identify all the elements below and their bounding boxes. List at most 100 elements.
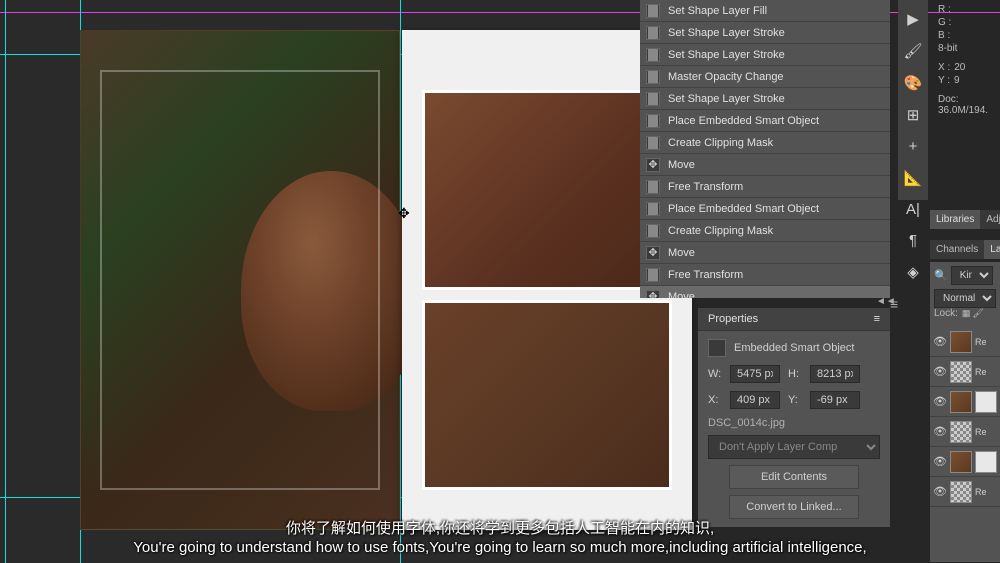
move-icon xyxy=(646,158,660,172)
layer-row[interactable]: 👁Re xyxy=(930,447,1000,477)
properties-header[interactable]: Properties ≡ xyxy=(698,308,890,331)
video-subtitle: 你将了解如何使用字体,你还将学到更多包括人工智能在内的知识, You're go… xyxy=(0,517,1000,556)
detail-photo-1[interactable] xyxy=(422,90,672,290)
convert-to-linked-button[interactable]: Convert to Linked... xyxy=(729,495,859,519)
layer-thumbnail[interactable] xyxy=(950,421,972,443)
move-icon xyxy=(646,246,660,260)
history-item[interactable]: Set Shape Layer Fill xyxy=(640,0,890,22)
history-item[interactable]: Place Embedded Smart Object xyxy=(640,198,890,220)
info-x-label: X : xyxy=(938,62,950,73)
brush-icon[interactable]: 🖌 xyxy=(903,42,923,60)
smart-object-icon xyxy=(708,339,726,357)
info-panel: R : G : B : 8-bit X :20 Y :9 Doc: 36.0M/… xyxy=(934,0,1000,122)
visibility-toggle-icon[interactable]: 👁 xyxy=(933,455,947,468)
move-icon xyxy=(646,290,660,299)
layer-thumbnail[interactable] xyxy=(950,391,972,413)
layer-icon xyxy=(646,268,660,282)
measure-icon[interactable]: 📐 xyxy=(903,169,923,187)
swatches-icon[interactable]: 🎨 xyxy=(903,74,923,92)
layer-icon xyxy=(646,180,660,194)
blend-mode-dropdown[interactable]: Normal xyxy=(934,289,996,308)
info-bits: 8-bit xyxy=(938,43,957,54)
history-item[interactable]: Set Shape Layer Stroke xyxy=(640,44,890,66)
lock-label: Lock: xyxy=(934,308,958,319)
layer-icon xyxy=(646,70,660,84)
info-y-label: Y : xyxy=(938,75,950,86)
info-r-label: R : xyxy=(938,4,951,15)
width-label: W: xyxy=(708,368,726,380)
height-label: H: xyxy=(788,368,806,380)
history-item[interactable]: Master Opacity Change xyxy=(640,66,890,88)
edit-contents-button[interactable]: Edit Contents xyxy=(729,465,859,489)
tab-libraries[interactable]: Libraries xyxy=(930,210,980,229)
info-doc-size: Doc: 36.0M/194. xyxy=(938,94,996,116)
layer-filter-dropdown[interactable]: Kind xyxy=(951,266,993,285)
visibility-toggle-icon[interactable]: 👁 xyxy=(933,425,947,438)
visibility-toggle-icon[interactable]: 👁 xyxy=(933,365,947,378)
object-type-label: Embedded Smart Object xyxy=(734,342,854,354)
type-icon[interactable]: A| xyxy=(903,201,923,218)
tab-layers[interactable]: Lay xyxy=(984,240,1000,259)
y-label: Y: xyxy=(788,394,806,406)
search-icon[interactable]: 🔍 xyxy=(934,269,948,282)
info-g-label: G : xyxy=(938,17,951,28)
history-item[interactable]: Move xyxy=(640,242,890,264)
panel-menu-icon[interactable]: ≡ xyxy=(874,313,880,325)
lock-pixels-icon[interactable]: 🖌 xyxy=(972,308,983,319)
layer-icon xyxy=(646,26,660,40)
source-filename: DSC_0014c.jpg xyxy=(708,417,880,429)
history-item[interactable]: Move xyxy=(640,154,890,176)
layer-thumbnail[interactable] xyxy=(950,361,972,383)
layer-row[interactable]: 👁Re xyxy=(930,357,1000,387)
properties-title: Properties xyxy=(708,313,758,325)
layer-thumbnail[interactable] xyxy=(950,481,972,503)
tab-adjustments[interactable]: Adj xyxy=(980,210,1000,229)
subtitle-english: You're going to understand how to use fo… xyxy=(0,539,1000,556)
history-item[interactable]: Free Transform xyxy=(640,176,890,198)
panel-menu-icon[interactable]: ≡ xyxy=(890,296,898,312)
history-item[interactable]: Set Shape Layer Stroke xyxy=(640,88,890,110)
visibility-toggle-icon[interactable]: 👁 xyxy=(933,395,947,408)
info-y-value: 9 xyxy=(954,75,960,86)
history-item[interactable]: Create Clipping Mask xyxy=(640,220,890,242)
layer-icon xyxy=(646,92,660,106)
grid-icon[interactable]: ⊞ xyxy=(903,106,923,124)
guide-vertical[interactable] xyxy=(5,0,6,563)
history-item[interactable]: Free Transform xyxy=(640,264,890,286)
layer-row[interactable]: 👁Re xyxy=(930,387,1000,417)
canvas-area[interactable]: ✥ xyxy=(0,0,640,563)
layer-thumbnail[interactable] xyxy=(950,451,972,473)
layer-row[interactable]: 👁Re xyxy=(930,417,1000,447)
x-label: X: xyxy=(708,394,726,406)
layer-comp-dropdown[interactable]: Don't Apply Layer Comp xyxy=(708,435,880,459)
crosshair-icon[interactable]: + xyxy=(903,138,923,155)
history-item[interactable]: Set Shape Layer Stroke xyxy=(640,22,890,44)
move-cursor-icon: ✥ xyxy=(398,205,410,222)
x-input[interactable] xyxy=(730,391,780,409)
history-item[interactable]: Create Clipping Mask xyxy=(640,132,890,154)
visibility-toggle-icon[interactable]: 👁 xyxy=(933,485,947,498)
layer-icon xyxy=(646,48,660,62)
width-input[interactable] xyxy=(730,365,780,383)
tab-channels[interactable]: Channels xyxy=(930,240,984,259)
history-item[interactable]: Place Embedded Smart Object xyxy=(640,110,890,132)
detail-photo-2[interactable] xyxy=(422,300,672,490)
layer-icon xyxy=(646,202,660,216)
layer-mask-thumbnail[interactable] xyxy=(975,451,997,473)
y-input[interactable] xyxy=(810,391,860,409)
layer-thumbnail[interactable] xyxy=(950,331,972,353)
height-input[interactable] xyxy=(810,365,860,383)
layer-icon xyxy=(646,136,660,150)
info-x-value: 20 xyxy=(954,62,965,73)
paragraph-icon[interactable]: ¶ xyxy=(903,232,923,249)
layer-row[interactable]: 👁Re xyxy=(930,327,1000,357)
lock-transparency-icon[interactable]: ▦ xyxy=(962,308,971,319)
layer-mask-thumbnail[interactable] xyxy=(975,391,997,413)
play-icon[interactable]: ▶ xyxy=(903,10,923,28)
history-item-current[interactable]: Move xyxy=(640,286,890,298)
cube-icon[interactable]: ◈ xyxy=(903,263,923,281)
photo-frame-overlay xyxy=(100,70,380,490)
visibility-toggle-icon[interactable]: 👁 xyxy=(933,335,947,348)
layer-row[interactable]: 👁Re xyxy=(930,477,1000,507)
panel-tabs-1: Libraries Adj xyxy=(930,210,1000,229)
